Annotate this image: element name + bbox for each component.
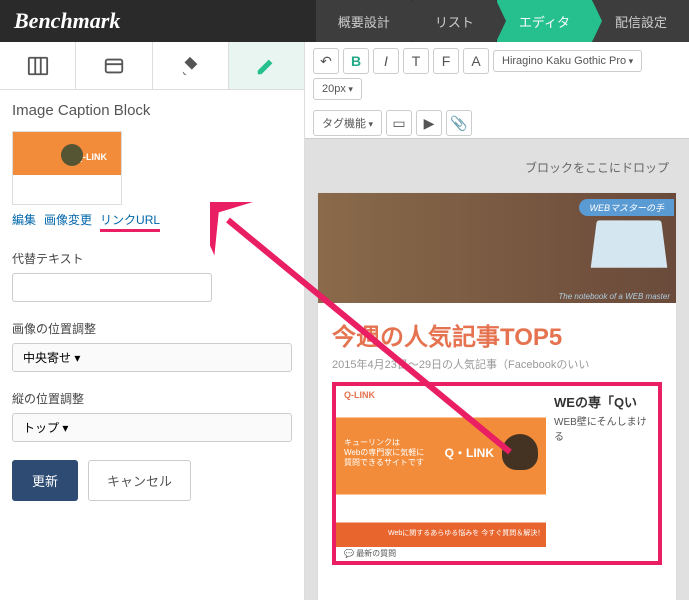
attach-button[interactable]: 📎 [446, 110, 472, 136]
nav-step-list[interactable]: リスト [412, 0, 496, 42]
align-select[interactable]: 中央寄せ ▾ [12, 343, 292, 372]
email-card[interactable]: WEBマスターの手 The notebook of a WEB master 今… [317, 192, 677, 600]
bold-button[interactable]: B [343, 48, 369, 74]
image-links: 編集 画像変更 リンクURL [12, 211, 292, 232]
tag-feature-select[interactable]: タグ機能 [313, 110, 382, 136]
link-change[interactable]: 画像変更 [44, 211, 92, 232]
cancel-button[interactable]: キャンセル [88, 460, 191, 501]
font-button[interactable]: F [433, 48, 459, 74]
paint-icon [178, 55, 202, 77]
alt-text-input[interactable] [12, 273, 212, 302]
edit-panel: Image Caption Block 編集 画像変更 リンクURL 代替テキス… [0, 90, 304, 600]
align-label: 画像の位置調整 [12, 320, 292, 337]
tab-color[interactable] [153, 42, 229, 89]
article-date: 2015年4月23日〜29日の人気記事（Facebookのいい [332, 356, 662, 372]
nav-step-overview[interactable]: 概要設計 [315, 0, 412, 42]
style-icon [102, 55, 126, 77]
size-select[interactable]: 20px [313, 78, 362, 100]
nav-step-delivery[interactable]: 配信設定 [592, 0, 689, 42]
layout-icon [26, 55, 50, 77]
tab-edit[interactable] [229, 42, 304, 89]
book-icon [591, 220, 668, 267]
sidebar: Image Caption Block 編集 画像変更 リンクURL 代替テキス… [0, 42, 305, 600]
logo: Benchmark [0, 8, 134, 34]
font-select[interactable]: Hiragino Kaku Gothic Pro [493, 50, 642, 72]
text-button[interactable]: T [403, 48, 429, 74]
valign-select[interactable]: トップ ▾ [12, 413, 292, 442]
nav-step-editor[interactable]: エディタ [496, 0, 592, 42]
article-title: 今週の人気記事TOP5 [332, 317, 662, 352]
image-button[interactable]: ▭ [386, 110, 412, 136]
block-caption: WEの専「Qい WEB壁にそんしまける [546, 386, 658, 561]
hero-banner: WEBマスターの手 [579, 199, 674, 216]
valign-label: 縦の位置調整 [12, 390, 292, 407]
textsize-button[interactable]: A [463, 48, 489, 74]
tab-style[interactable] [76, 42, 152, 89]
canvas: ブロックをここにドロップ WEBマスターの手 The notebook of a… [305, 139, 689, 600]
sidebar-tabs [0, 42, 304, 90]
editor-area: ↶ B I T F A Hiragino Kaku Gothic Pro 20p… [305, 42, 689, 600]
tab-layout[interactable] [0, 42, 76, 89]
pencil-icon [254, 55, 278, 77]
top-header: Benchmark 概要設計 リスト エディタ 配信設定 [0, 0, 689, 42]
image-thumbnail[interactable] [12, 131, 122, 205]
drop-hint: ブロックをここにドロップ [317, 151, 677, 184]
block-image: Q-LINK キューリンクはWebの専門家に気軽に質問できるサイトです Q・LI… [336, 386, 546, 561]
italic-button[interactable]: I [373, 48, 399, 74]
undo-button[interactable]: ↶ [313, 48, 339, 74]
hero-image: WEBマスターの手 The notebook of a WEB master [318, 193, 676, 303]
link-url[interactable]: リンクURL [100, 211, 160, 232]
editor-toolbar: ↶ B I T F A Hiragino Kaku Gothic Pro 20p… [305, 42, 689, 139]
hero-caption: The notebook of a WEB master [558, 292, 670, 301]
panel-title: Image Caption Block [12, 102, 292, 119]
image-caption-block[interactable]: Q-LINK キューリンクはWebの専門家に気軽に質問できるサイトです Q・LI… [332, 382, 662, 565]
person-icon [502, 434, 538, 470]
video-button[interactable]: ▶ [416, 110, 442, 136]
nav-steps: 概要設計 リスト エディタ 配信設定 [315, 0, 689, 42]
update-button[interactable]: 更新 [12, 460, 78, 501]
link-edit[interactable]: 編集 [12, 211, 36, 232]
alt-text-label: 代替テキスト [12, 250, 292, 267]
